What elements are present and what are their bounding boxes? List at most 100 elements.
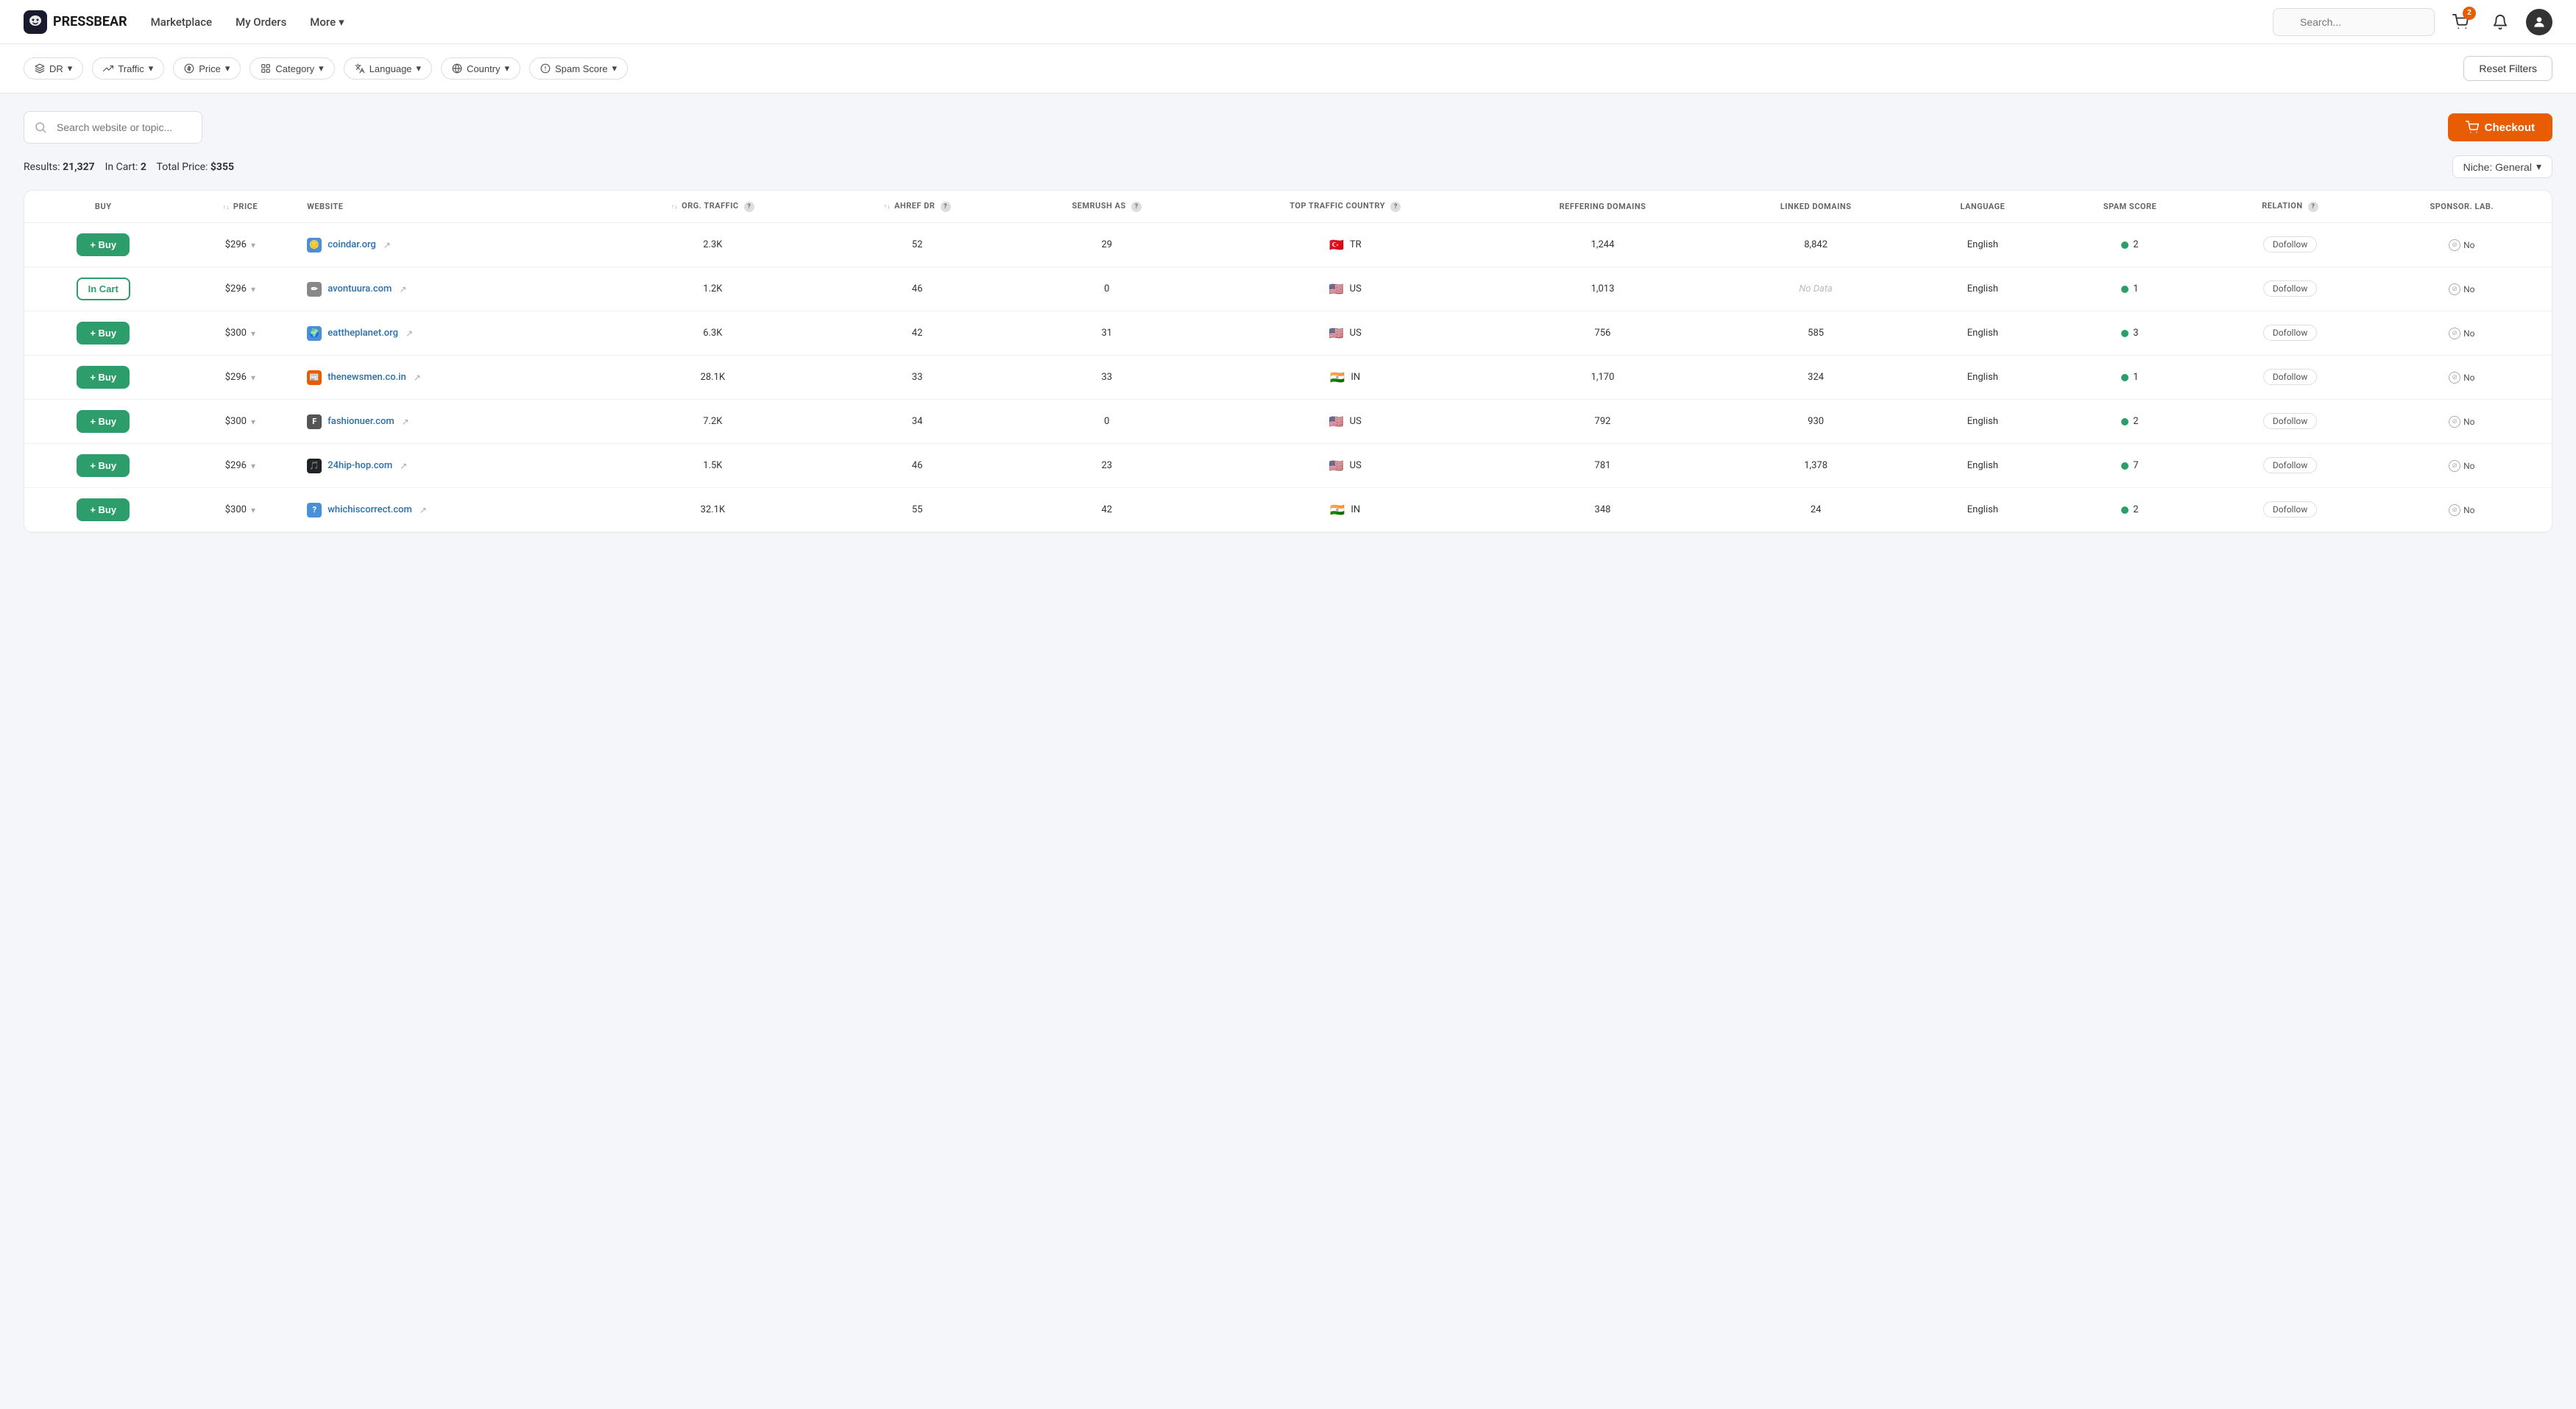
site-link[interactable]: fashionuer.com bbox=[328, 416, 394, 427]
site-link[interactable]: thenewsmen.co.in bbox=[328, 372, 406, 383]
bell-icon bbox=[2492, 14, 2508, 30]
site-link[interactable]: avontuura.com bbox=[328, 283, 392, 294]
th-buy: BUY bbox=[24, 191, 182, 223]
org-traffic-sort-icon: ↑↓ bbox=[671, 204, 678, 210]
dr-icon bbox=[35, 63, 45, 74]
external-link-icon[interactable]: ↗ bbox=[420, 505, 427, 515]
relation-info-icon[interactable]: ? bbox=[2308, 202, 2318, 212]
filter-price-chevron: ▾ bbox=[225, 63, 230, 74]
ahref-dr-value: 46 bbox=[912, 283, 923, 294]
external-link-icon[interactable]: ↗ bbox=[400, 461, 407, 471]
language-value: English bbox=[1967, 239, 1998, 250]
th-org-traffic[interactable]: ↑↓ ORG. TRAFFIC ? bbox=[601, 191, 824, 223]
th-website: WEBSITE bbox=[298, 191, 601, 223]
org-traffic-value: 1.5K bbox=[703, 460, 722, 471]
topic-search-input[interactable] bbox=[24, 111, 202, 144]
table-row: + Buy$300▾?whichiscorrect.com↗32.1K5542🇮… bbox=[24, 488, 2552, 532]
external-link-icon[interactable]: ↗ bbox=[414, 372, 421, 383]
price-chevron-icon[interactable]: ▾ bbox=[251, 417, 255, 427]
semrush-info-icon[interactable]: ? bbox=[1131, 202, 1142, 212]
semrush-as-value: 31 bbox=[1101, 328, 1112, 339]
th-ahref-dr[interactable]: ↑↓ AHREF DR ? bbox=[824, 191, 1011, 223]
th-linked: LINKED DOMAINS bbox=[1718, 191, 1914, 223]
buy-button[interactable]: + Buy bbox=[77, 322, 130, 345]
site-link[interactable]: eattheplanet.org bbox=[328, 328, 398, 339]
site-icon: 🎵 bbox=[307, 459, 322, 473]
top-country-info-icon[interactable]: ? bbox=[1390, 202, 1401, 212]
reffering-domains-value: 1,013 bbox=[1591, 283, 1615, 294]
niche-select[interactable]: Niche: General ▾ bbox=[2452, 155, 2552, 178]
site-link[interactable]: coindar.org bbox=[328, 239, 376, 250]
buy-button[interactable]: + Buy bbox=[77, 454, 130, 477]
buy-button[interactable]: + Buy bbox=[77, 410, 130, 433]
sponsored-value: No bbox=[2463, 240, 2474, 250]
country-flag: 🇮🇳 bbox=[1330, 503, 1345, 517]
spam-dot bbox=[2121, 506, 2129, 514]
price-chevron-icon[interactable]: ▾ bbox=[251, 372, 255, 383]
header-search-input[interactable] bbox=[2273, 8, 2435, 36]
price-sort-icon: ↑↓ bbox=[223, 205, 230, 211]
filter-traffic-chevron: ▾ bbox=[149, 63, 154, 74]
filter-category[interactable]: Category ▾ bbox=[250, 57, 334, 80]
buy-button[interactable]: + Buy bbox=[77, 366, 130, 389]
ahref-info-icon[interactable]: ? bbox=[941, 202, 951, 212]
filter-traffic[interactable]: Traffic ▾ bbox=[92, 57, 164, 80]
incart-button[interactable]: In Cart bbox=[77, 278, 130, 300]
notifications-button[interactable] bbox=[2486, 8, 2514, 36]
linked-domains-value: 8,842 bbox=[1804, 239, 1827, 250]
price-chevron-icon[interactable]: ▾ bbox=[251, 505, 255, 515]
country-flag: 🇮🇳 bbox=[1330, 370, 1345, 384]
org-traffic-value: 2.3K bbox=[703, 239, 722, 250]
filter-language[interactable]: Language ▾ bbox=[344, 57, 432, 80]
price-value: $300 bbox=[225, 416, 247, 427]
org-traffic-value: 32.1K bbox=[701, 504, 726, 515]
language-value: English bbox=[1967, 416, 1998, 427]
search-checkout-row: Checkout bbox=[24, 111, 2552, 144]
org-traffic-value: 7.2K bbox=[703, 416, 722, 427]
external-link-icon[interactable]: ↗ bbox=[399, 284, 406, 294]
external-link-icon[interactable]: ↗ bbox=[383, 240, 391, 250]
nav-my-orders[interactable]: My Orders bbox=[236, 15, 286, 29]
org-traffic-info-icon[interactable]: ? bbox=[744, 202, 754, 212]
price-chevron-icon[interactable]: ▾ bbox=[251, 240, 255, 250]
price-chevron-icon[interactable]: ▾ bbox=[251, 328, 255, 339]
filter-country[interactable]: Country ▾ bbox=[441, 57, 520, 80]
reset-filters-button[interactable]: Reset Filters bbox=[2463, 56, 2552, 81]
filter-spam-score[interactable]: Spam Score ▾ bbox=[529, 57, 628, 80]
language-value: English bbox=[1967, 328, 1998, 339]
site-link[interactable]: whichiscorrect.com bbox=[328, 504, 412, 515]
results-count: 21,327 bbox=[63, 161, 95, 173]
semrush-as-value: 42 bbox=[1101, 504, 1112, 515]
buy-button[interactable]: + Buy bbox=[77, 498, 130, 521]
logo[interactable]: PRESSBEAR bbox=[24, 10, 127, 34]
linked-domains-value: 324 bbox=[1808, 372, 1824, 383]
site-icon: F bbox=[307, 414, 322, 429]
table-header-row: BUY ↑↓ PRICE WEBSITE ↑↓ ORG. TRAFFIC ? ↑… bbox=[24, 191, 2552, 223]
th-price[interactable]: ↑↓ PRICE bbox=[182, 191, 298, 223]
results-prefix: Results: bbox=[24, 161, 63, 173]
price-value: $300 bbox=[225, 328, 247, 339]
spam-dot bbox=[2121, 330, 2129, 337]
user-avatar[interactable] bbox=[2526, 9, 2552, 35]
table-row: + Buy$296▾🪙coindar.org↗2.3K5229🇹🇷TR1,244… bbox=[24, 223, 2552, 267]
buy-button[interactable]: + Buy bbox=[77, 233, 130, 256]
reffering-domains-value: 781 bbox=[1595, 460, 1611, 471]
nav-marketplace[interactable]: Marketplace bbox=[151, 15, 212, 29]
cart-button[interactable]: 2 bbox=[2446, 8, 2474, 36]
spam-score-value: 1 bbox=[2133, 283, 2138, 294]
filter-price[interactable]: Price ▾ bbox=[173, 57, 241, 80]
external-link-icon[interactable]: ↗ bbox=[406, 328, 413, 339]
country-flag: 🇺🇸 bbox=[1329, 326, 1344, 340]
price-chevron-icon[interactable]: ▾ bbox=[251, 461, 255, 471]
logo-text: PRESSBEAR bbox=[53, 14, 127, 29]
reffering-domains-value: 348 bbox=[1595, 504, 1611, 515]
external-link-icon[interactable]: ↗ bbox=[402, 417, 409, 427]
spam-dot bbox=[2121, 286, 2129, 293]
ahref-dr-value: 42 bbox=[912, 328, 923, 339]
checkout-button[interactable]: Checkout bbox=[2448, 113, 2552, 141]
price-chevron-icon[interactable]: ▾ bbox=[251, 284, 255, 294]
nav-more[interactable]: More ▾ bbox=[310, 15, 344, 29]
site-link[interactable]: 24hip-hop.com bbox=[328, 460, 392, 471]
header-right: 2 bbox=[2273, 8, 2552, 36]
filter-dr[interactable]: DR ▾ bbox=[24, 57, 83, 80]
